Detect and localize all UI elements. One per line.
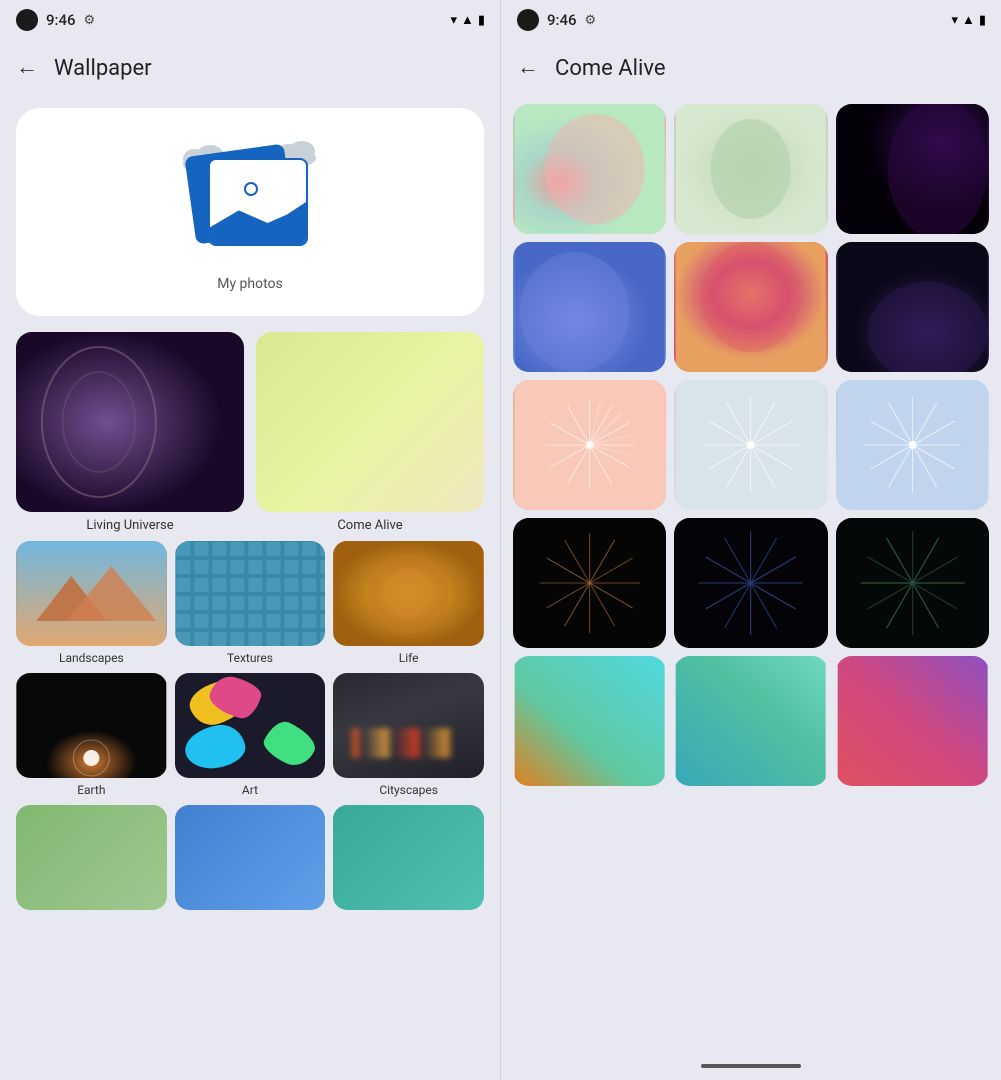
category-item-life[interactable]: Life: [333, 541, 484, 665]
wifi-icon-left: ▾: [450, 13, 457, 28]
my-photos-label: My photos: [217, 276, 283, 292]
cityscapes-thumb: [333, 673, 484, 778]
battery-icon-right: ▮: [979, 13, 985, 28]
category-grid-partial: [16, 805, 484, 910]
category-item-earth[interactable]: Earth: [16, 673, 167, 797]
category-item-cityscapes[interactable]: Cityscapes: [333, 673, 484, 797]
category-partial-1[interactable]: [16, 805, 167, 910]
page-title-left: Wallpaper: [54, 56, 152, 81]
landscapes-thumb: [16, 541, 167, 646]
wallpaper-item-13[interactable]: [513, 656, 666, 786]
earth-label: Earth: [77, 783, 105, 797]
art-label: Art: [242, 783, 258, 797]
wallpaper-grid: [513, 104, 989, 786]
photo-icon: [180, 140, 320, 260]
wallpaper-item-9[interactable]: [836, 380, 989, 510]
partial2-thumb: [175, 805, 326, 910]
settings-icon-left: ⚙: [84, 13, 96, 28]
partial1-thumb: [16, 805, 167, 910]
category-grid-row1: Landscapes Textures: [16, 541, 484, 665]
page-title-right: Come Alive: [555, 56, 666, 81]
splash4: [260, 716, 321, 772]
landscapes-label: Landscapes: [59, 651, 124, 665]
signal-icon-left: ▲: [461, 12, 474, 28]
status-bar-right: 9:46 ⚙ ▾ ▲ ▮: [501, 0, 1001, 40]
wallpaper-item-4[interactable]: [513, 242, 666, 372]
wallpaper-item-2[interactable]: [674, 104, 827, 234]
category-item-landscapes[interactable]: Landscapes: [16, 541, 167, 665]
right-panel: 9:46 ⚙ ▾ ▲ ▮ ← Come Alive: [500, 0, 1001, 1080]
featured-categories: Living Universe Come Alive: [16, 332, 484, 533]
come-alive-label: Come Alive: [337, 518, 402, 533]
signal-icon-right: ▲: [962, 12, 975, 28]
come-alive-bg: [256, 332, 484, 512]
left-panel: 9:46 ⚙ ▾ ▲ ▮ ← Wallpaper: [0, 0, 500, 1080]
wallpaper-item-8[interactable]: [674, 380, 827, 510]
status-icons-left: ▾ ▲ ▮: [450, 12, 484, 28]
wifi-icon-right: ▾: [951, 13, 958, 28]
home-indicator: [501, 1052, 1001, 1080]
wallpaper-item-3[interactable]: [836, 104, 989, 234]
right-content: [501, 96, 1001, 1052]
living-universe-bg: [16, 332, 244, 512]
earth-thumb: [16, 673, 167, 778]
category-partial-2[interactable]: [175, 805, 326, 910]
city-bg: [333, 673, 484, 778]
camera-dot-right: [517, 9, 539, 31]
wallpaper-item-12[interactable]: [836, 518, 989, 648]
left-content: My photos: [0, 96, 500, 1080]
back-button-left[interactable]: ←: [16, 57, 38, 79]
come-alive-thumb: [256, 332, 484, 512]
art-splash-bg: [175, 673, 326, 778]
camera-dot: [16, 9, 38, 31]
battery-icon-left: ▮: [478, 13, 484, 28]
status-left: 9:46 ⚙: [16, 9, 95, 31]
wallpaper-item-1[interactable]: [513, 104, 666, 234]
time-right: 9:46: [547, 11, 577, 29]
living-universe-thumb: [16, 332, 244, 512]
status-bar-left: 9:46 ⚙ ▾ ▲ ▮: [0, 0, 500, 40]
my-photos-card[interactable]: My photos: [16, 108, 484, 316]
category-item-living-universe[interactable]: Living Universe: [16, 332, 244, 533]
back-button-right[interactable]: ←: [517, 57, 539, 79]
category-grid-row2: Earth Art C: [16, 673, 484, 797]
photo-circle: [244, 182, 258, 196]
status-left-right: 9:46 ⚙: [517, 9, 596, 31]
app-bar-left: ← Wallpaper: [0, 40, 500, 96]
category-item-art[interactable]: Art: [175, 673, 326, 797]
category-item-come-alive[interactable]: Come Alive: [256, 332, 484, 533]
status-icons-right: ▾ ▲ ▮: [951, 12, 985, 28]
life-label: Life: [399, 651, 419, 665]
home-bar: [701, 1064, 801, 1068]
partial3-thumb: [333, 805, 484, 910]
wallpaper-item-15[interactable]: [836, 656, 989, 786]
category-partial-3[interactable]: [333, 805, 484, 910]
wallpaper-item-5[interactable]: [674, 242, 827, 372]
city-lights: [333, 728, 484, 758]
wallpaper-item-14[interactable]: [674, 656, 827, 786]
wallpaper-item-7[interactable]: [513, 380, 666, 510]
photo-front: [208, 158, 308, 246]
app-bar-right: ← Come Alive: [501, 40, 1001, 96]
wallpaper-item-6[interactable]: [836, 242, 989, 372]
art-thumb: [175, 673, 326, 778]
cityscapes-label: Cityscapes: [379, 783, 438, 797]
category-item-textures[interactable]: Textures: [175, 541, 326, 665]
splash3: [181, 721, 247, 773]
living-universe-label: Living Universe: [86, 518, 173, 533]
time-left: 9:46: [46, 11, 76, 29]
textures-thumb: [175, 541, 326, 646]
wallpaper-item-10[interactable]: [513, 518, 666, 648]
settings-icon-right: ⚙: [585, 13, 597, 28]
wallpaper-item-11[interactable]: [674, 518, 827, 648]
life-thumb: [333, 541, 484, 646]
textures-label: Textures: [227, 651, 273, 665]
